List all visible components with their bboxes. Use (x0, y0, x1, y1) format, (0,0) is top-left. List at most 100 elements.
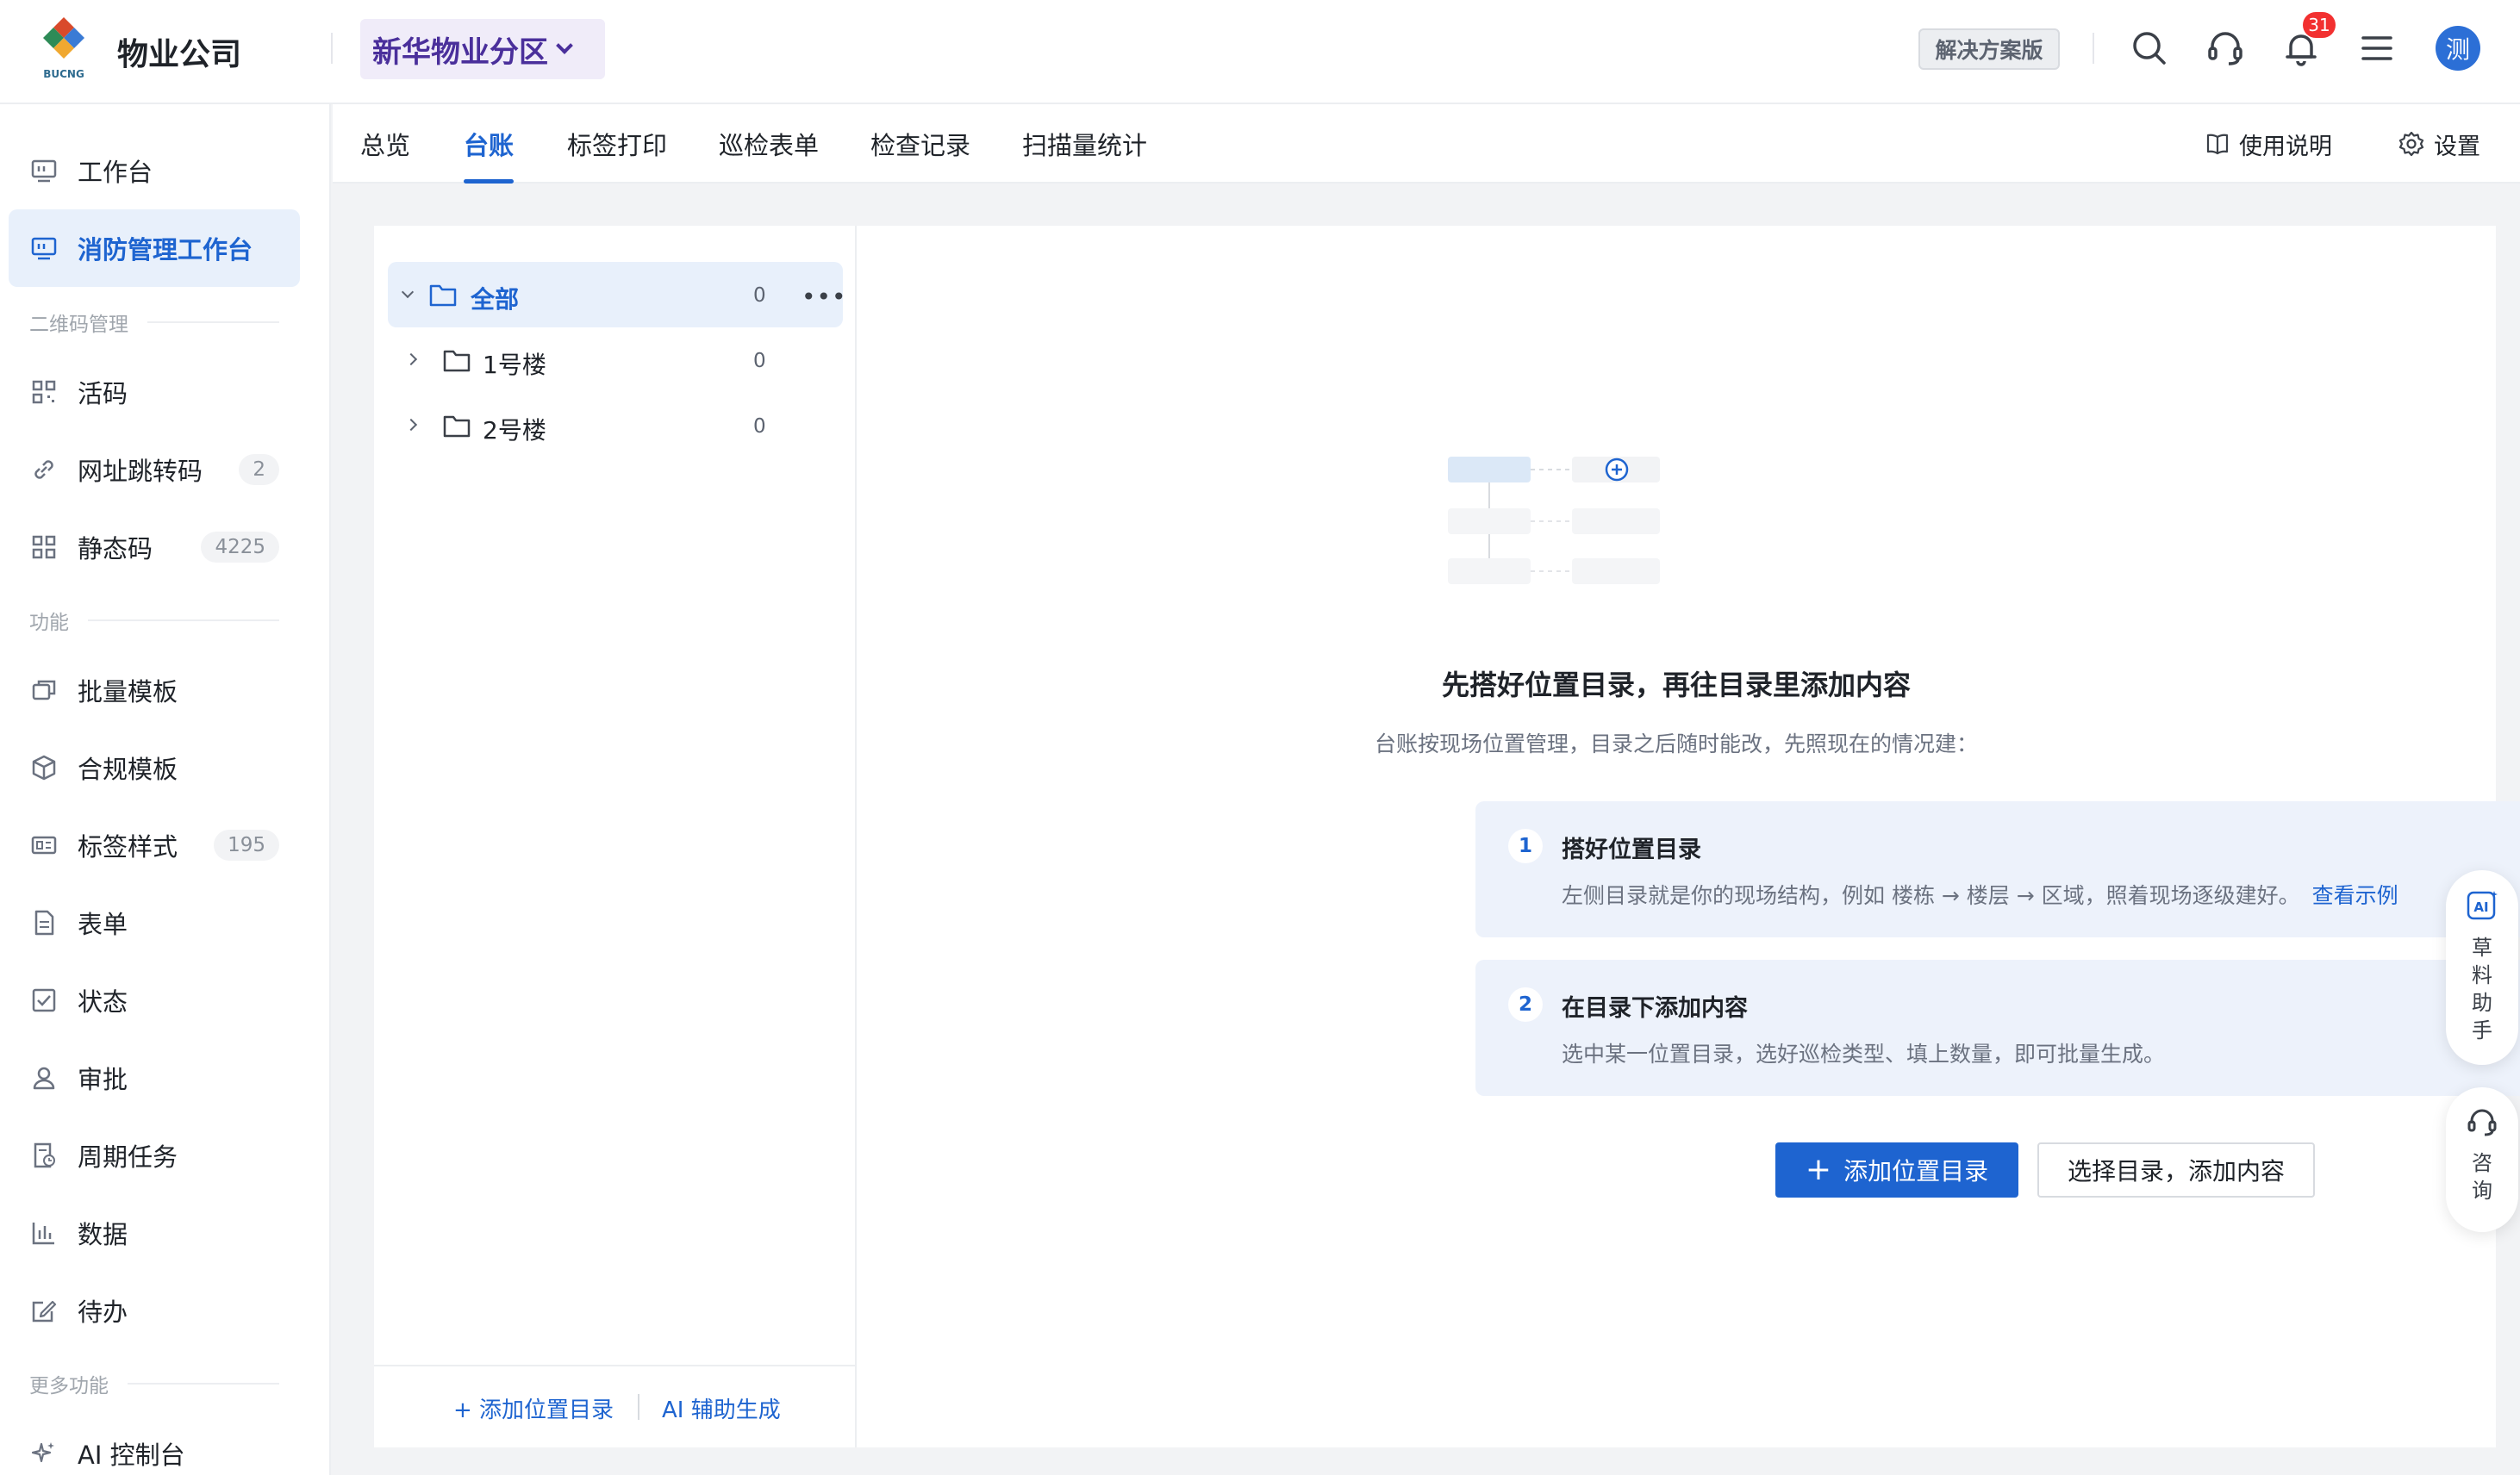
sidebar-item-label-style[interactable]: 标签样式 195 (9, 806, 300, 884)
cube-icon (32, 755, 56, 781)
step-card-1: 1 搭好位置目录 左侧目录就是你的现场结构，例如 楼栋 → 楼层 → 区域，照着… (1475, 801, 2520, 937)
label-icon (31, 836, 57, 855)
gear-icon (2398, 131, 2424, 157)
add-location-link[interactable]: + 添加位置目录 (453, 1392, 614, 1424)
tab-inspection-form[interactable]: 巡检表单 (719, 104, 819, 184)
tree-node-building-1[interactable]: 1号楼 0 (388, 327, 843, 393)
document-icon (34, 910, 54, 936)
monitor-icon (31, 237, 57, 260)
sidebar-item-batch-template[interactable]: 批量模板 (9, 651, 300, 729)
sidebar-item-workbench[interactable]: 工作台 (9, 132, 300, 209)
consult-widget[interactable]: 咨 询 (2446, 1087, 2518, 1232)
brand-name: 物业公司 (117, 37, 242, 72)
tab-scan-stats[interactable]: 扫描量统计 (1022, 104, 1147, 184)
tree-node-building-2[interactable]: 2号楼 0 (388, 393, 843, 458)
copy-icon (32, 680, 56, 700)
sidebar-item-form[interactable]: 表单 (9, 884, 300, 962)
company-logo[interactable]: BUCNG (36, 16, 91, 83)
chevron-right-icon[interactable] (404, 352, 418, 366)
tab-overview[interactable]: 总览 (360, 104, 410, 184)
sidebar-item-label: 状态 (78, 987, 128, 1017)
tree-node-count: 0 (753, 415, 766, 438)
headset-icon[interactable] (2203, 26, 2248, 71)
menu-icon[interactable] (2355, 26, 2399, 71)
bar-chart-icon (32, 1223, 54, 1245)
step-number: 1 (1508, 829, 1543, 863)
help-link[interactable]: 使用说明 (2205, 104, 2332, 184)
tab-label-print[interactable]: 标签打印 (567, 104, 667, 184)
sidebar-item-label: 待办 (78, 1298, 128, 1327)
location-tree: 全部 0 ••• 1号楼 0 2号楼 0 + 添加位置目录 AI 辅助生成 (374, 226, 857, 1447)
header-divider (2093, 33, 2094, 64)
plus-icon: + (1805, 1152, 1832, 1187)
footer-separator (638, 1394, 639, 1420)
calendar-doc-icon (34, 1142, 55, 1168)
consult-label: 咨 询 (2472, 1151, 2492, 1203)
sidebar-item-approval[interactable]: 审批 (9, 1039, 300, 1117)
tree-node-label: 全部 (471, 285, 520, 314)
nav-group-more: 更多功能 (29, 1369, 279, 1398)
step-title: 在目录下添加内容 (1562, 995, 1748, 1022)
add-location-button[interactable]: + 添加位置目录 (1775, 1142, 2018, 1198)
folder-icon (429, 284, 457, 307)
empty-state-subtitle: 台账按现场位置管理，目录之后随时能改，先照现在的情况建： (1374, 731, 1978, 756)
edit-icon (32, 1300, 57, 1323)
step-description: 选中某一位置目录，选好巡检类型、填上数量，即可批量生成。 (1562, 1042, 2166, 1067)
settings-label: 设置 (2434, 133, 2480, 160)
tree-node-all[interactable]: 全部 0 ••• (388, 262, 846, 327)
header-divider (331, 33, 333, 64)
sidebar-item-url-code[interactable]: 网址跳转码 2 (9, 431, 300, 508)
tree-node-count: 0 (753, 284, 766, 307)
sidebar-item-label: 数据 (78, 1220, 128, 1249)
sparkle-icon (31, 1442, 54, 1463)
tab-check-records[interactable]: 检查记录 (870, 104, 970, 184)
chevron-down-icon (556, 37, 573, 54)
edition-badge[interactable]: 解决方案版 (1918, 28, 2060, 70)
ai-generate-link[interactable]: AI 辅助生成 (662, 1392, 781, 1424)
sidebar-item-label: 周期任务 (78, 1142, 178, 1172)
folder-icon (443, 415, 471, 438)
checkbox-icon (32, 988, 56, 1012)
sidebar-item-data[interactable]: 数据 (9, 1194, 300, 1272)
sidebar-item-label: 审批 (78, 1065, 128, 1094)
sidebar-item-live-code[interactable]: 活码 (9, 353, 300, 431)
tree-node-label: 1号楼 (483, 351, 546, 379)
sidebar-item-compliance-template[interactable]: 合规模板 (9, 729, 300, 806)
sidebar-item-status[interactable]: 状态 (9, 962, 300, 1039)
tree-node-label: 2号楼 (483, 416, 546, 445)
sidebar-item-label: 消防管理工作台 (78, 235, 253, 265)
org-selector[interactable]: 新华物业分区 (360, 19, 605, 79)
sidebar-item-periodic-task[interactable]: 周期任务 (9, 1117, 300, 1194)
tree-footer: + 添加位置目录 AI 辅助生成 (374, 1365, 855, 1447)
step-description: 左侧目录就是你的现场结构，例如 楼栋 → 楼层 → 区域，照着现场逐级建好。 查看… (1562, 879, 2398, 910)
more-icon[interactable]: ••• (802, 283, 847, 311)
view-example-link[interactable]: 查看示例 (2312, 883, 2398, 908)
content-panel: 全部 0 ••• 1号楼 0 2号楼 0 + 添加位置目录 AI 辅助生成 先搭… (374, 226, 2520, 1447)
sidebar-item-todo[interactable]: 待办 (9, 1272, 300, 1349)
nav-group-qr: 二维码管理 (29, 308, 279, 337)
sidebar-item-label: 静态码 (78, 534, 153, 563)
search-icon[interactable] (2127, 26, 2172, 71)
sidebar-item-ai-console[interactable]: AI 控制台 (9, 1415, 300, 1475)
chevron-down-icon[interactable] (401, 285, 415, 299)
avatar[interactable]: 测 (2436, 26, 2480, 71)
settings-link[interactable]: 设置 (2398, 104, 2480, 184)
step-card-2: 2 在目录下添加内容 选中某一位置目录，选好巡检类型、填上数量，即可批量生成。 (1475, 960, 2520, 1096)
logo-text: BUCNG (43, 68, 84, 80)
notification-badge: 31 (2303, 12, 2336, 38)
select-directory-button[interactable]: 选择目录，添加内容 (2037, 1142, 2315, 1198)
step-number: 2 (1508, 987, 1543, 1022)
sidebar-item-label: 标签样式 (78, 832, 178, 862)
sidebar-item-static-code[interactable]: 静态码 4225 (9, 508, 300, 586)
sidebar: 工作台 消防管理工作台 二维码管理 活码 网址跳转码 2 静态码 4225 功能… (0, 104, 331, 1475)
empty-state-title: 先搭好位置目录，再往目录里添加内容 (1441, 669, 1911, 701)
assistant-label: 草 料 助 手 (2472, 936, 2492, 1042)
tab-ledger[interactable]: 台账 (464, 104, 515, 184)
sidebar-item-fire-workbench[interactable]: 消防管理工作台 (9, 209, 300, 287)
qrcode-icon (32, 380, 56, 404)
assistant-widget[interactable]: AI 草 料 助 手 (2446, 870, 2518, 1065)
tab-bar: 总览 台账 标签打印 巡检表单 检查记录 扫描量统计 使用说明 设置 (333, 104, 2520, 184)
chevron-right-icon[interactable] (404, 418, 418, 432)
empty-state: 先搭好位置目录，再往目录里添加内容 台账按现场位置管理，目录之后随时能改，先照现… (857, 226, 2520, 1447)
help-label: 使用说明 (2239, 133, 2332, 160)
